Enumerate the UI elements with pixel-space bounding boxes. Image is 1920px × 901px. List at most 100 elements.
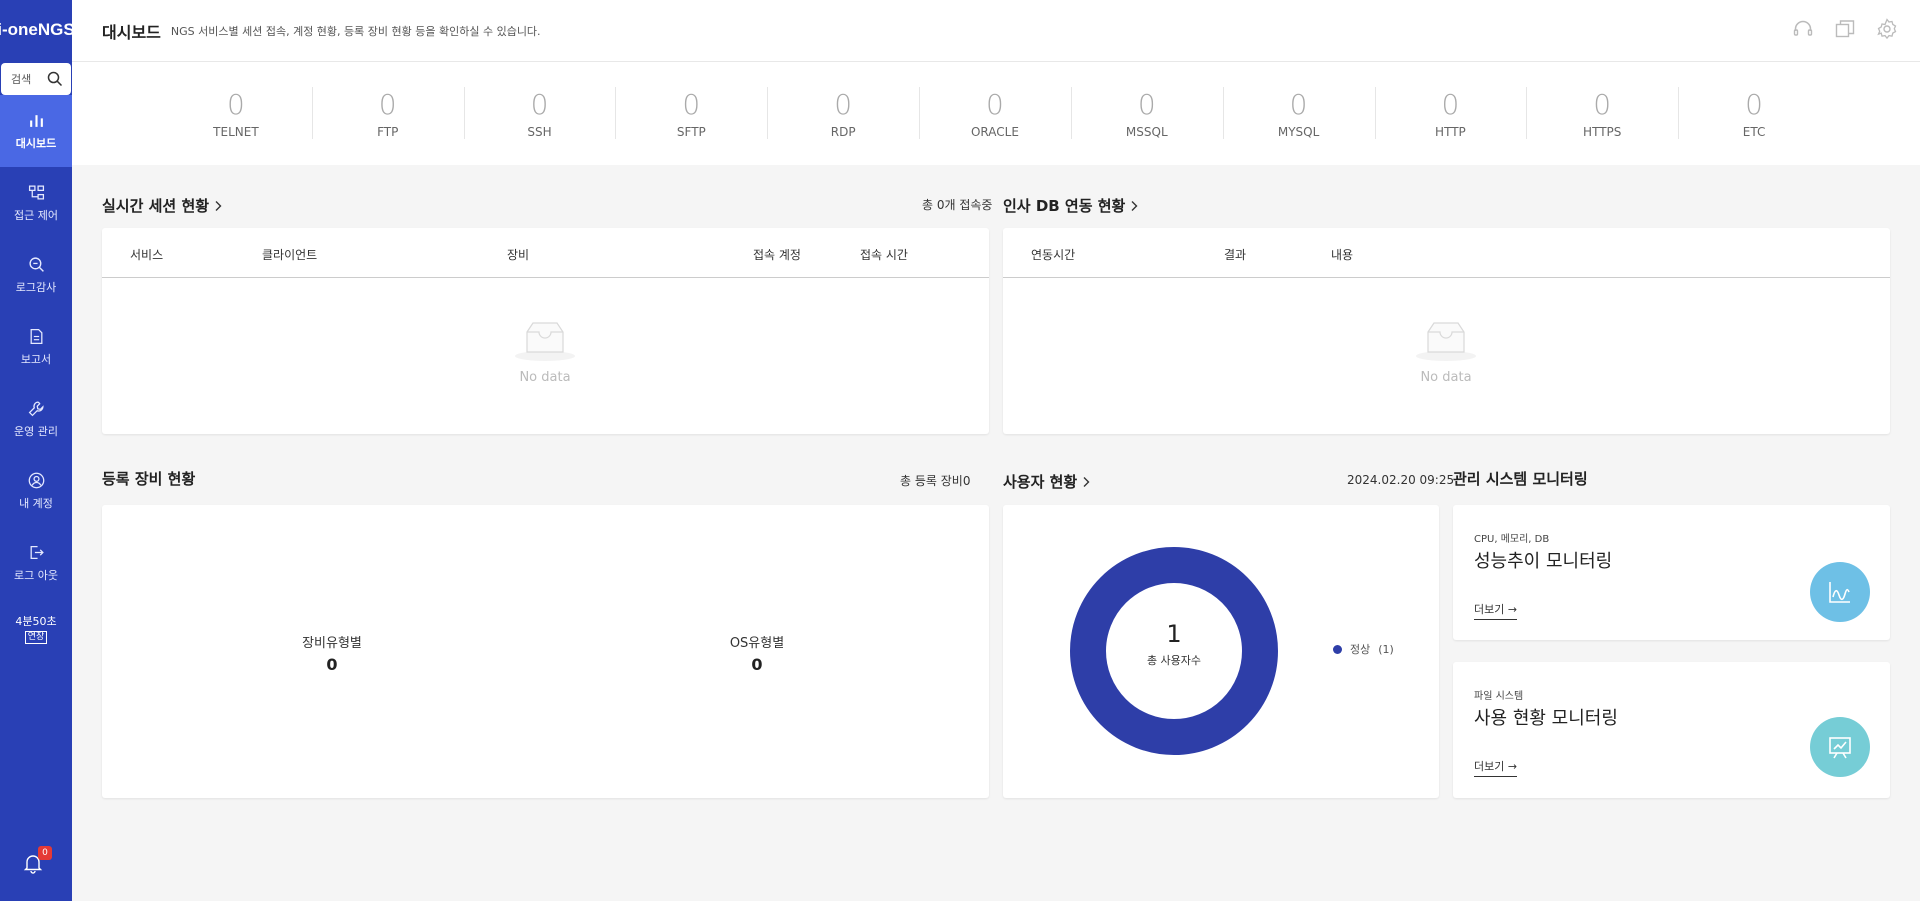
legend-dot (1333, 644, 1342, 654)
filesystem-monitoring-card[interactable]: 파일 시스템 사용 현황 모니터링 더보기 → (1453, 662, 1890, 798)
donut-center: 1 총 사용자수 (1089, 620, 1259, 668)
page-title: 대시보드 (102, 22, 161, 42)
stat-label: MSSQL (1125, 124, 1168, 139)
service-stats: 0 TELNET 0 FTP 0 SSH 0 SFTP 0 RDP 0 ORACLE 0 MS… (72, 62, 1920, 165)
stat-mssql: 0 MSSQL (1070, 62, 1223, 165)
equipment-by-type: 장비유형별 0 (282, 632, 382, 674)
section-title: 사용자 현황 (1003, 473, 1078, 491)
stat-rdp: 0 RDP (767, 62, 919, 165)
page-header: 대시보드 NGS 서비스별 세션 접속, 계정 현황, 등록 장비 현황 등을 … (72, 0, 1920, 62)
empty-state: No data (513, 318, 577, 385)
sidebar-item-label: 보고서 (20, 352, 52, 366)
card-title: 성능추이 모니터링 (1474, 551, 1613, 572)
sidebar-item-log-audit[interactable]: 로그감사 (0, 239, 72, 311)
column-header[interactable]: 접속 계정 (753, 246, 801, 263)
card-subtitle: 파일 시스템 (1474, 691, 1524, 702)
session-timer: 4분50초 연장 (0, 615, 72, 644)
stat-label: MYSQL (1277, 124, 1320, 139)
card-subtitle: CPU, 메모리, DB (1474, 534, 1550, 545)
realtime-sessions-link[interactable]: 실시간 세션 현황 (102, 195, 223, 216)
stat-label: SSH (527, 124, 552, 139)
column-header[interactable]: 결과 (1224, 246, 1246, 263)
equipment-total: 총 등록 장비0 (900, 474, 971, 488)
stat-ftp: 0 FTP (311, 62, 464, 165)
card-title: 사용 현황 모니터링 (1474, 708, 1618, 729)
notification-button[interactable]: 0 (22, 846, 52, 878)
logout-icon (30, 545, 44, 559)
donut-legend[interactable]: 정상 (1) (1333, 641, 1394, 657)
app-logo[interactable]: i-oneNGS (0, 0, 72, 60)
column-header[interactable]: 장비 (507, 246, 529, 263)
empty-inbox-icon (1416, 322, 1476, 361)
extend-session-button[interactable]: 연장 (24, 631, 48, 644)
stat-label: HTTPS (1583, 124, 1622, 139)
column-header[interactable]: 서비스 (130, 246, 163, 263)
column-header[interactable]: 내용 (1331, 246, 1353, 263)
stat-ssh: 0 SSH (463, 62, 616, 165)
sidebar: i-oneNGS 검색 대시보드 접근 제어 로그감사 보고서 운영 관리 내 … (0, 0, 72, 901)
search-label: 검색 (11, 73, 32, 86)
empty-text: No data (1420, 370, 1472, 385)
column-header[interactable]: 클라이언트 (262, 246, 317, 263)
headset-icon (1793, 20, 1813, 36)
equipment-type-label: 장비유형별 (302, 636, 362, 651)
stat-sftp: 0 SFTP (615, 62, 767, 165)
hr-db-link[interactable]: 인사 DB 연동 현황 (1003, 195, 1139, 216)
chevron-right-icon (215, 200, 222, 211)
filesystem-icon-circle (1810, 717, 1870, 777)
stat-value: 0 (986, 87, 1004, 121)
stat-value: 0 (1137, 87, 1156, 121)
stat-oracle: 0 ORACLE (919, 62, 1071, 165)
column-header[interactable]: 접속 시간 (860, 246, 908, 263)
headset-button[interactable] (1792, 18, 1816, 42)
window-icon (1835, 20, 1855, 38)
legend-label: 정상 (1350, 643, 1371, 656)
total-users-value: 1 (1166, 620, 1182, 648)
chevron-right-icon (1131, 200, 1138, 211)
sidebar-item-label: 운영 관리 (14, 424, 58, 438)
empty-text: No data (519, 370, 571, 385)
sidebar-item-access-control[interactable]: 접근 제어 (0, 167, 72, 239)
sidebar-item-logout[interactable]: 로그 아웃 (0, 527, 72, 599)
stat-value: 0 (530, 87, 549, 121)
sidebar-item-label: 로그감사 (15, 280, 57, 294)
stat-label: TELNET (213, 124, 259, 139)
users-timestamp: 2024.02.20 09:25 (1347, 473, 1455, 487)
window-button[interactable] (1834, 18, 1858, 42)
users-link[interactable]: 사용자 현황 (1003, 471, 1091, 492)
os-type-value: 0 (751, 655, 763, 674)
sidebar-item-my-account[interactable]: 내 계정 (0, 455, 72, 527)
hr-db-table: 연동시간 결과 내용 No data (1003, 228, 1890, 434)
search-log-icon (28, 256, 44, 272)
stat-value: 0 (1289, 87, 1308, 121)
bar-chart-icon (29, 114, 43, 127)
stat-label: SFTP (676, 124, 706, 139)
user-icon (28, 472, 44, 488)
stat-value: 0 (226, 87, 245, 121)
stat-label: RDP (830, 124, 856, 139)
equipment-section-title: 등록 장비 현황 (102, 468, 195, 489)
sidebar-item-operations[interactable]: 운영 관리 (0, 383, 72, 455)
presentation-chart-icon (1829, 737, 1851, 759)
gear-icon (1877, 18, 1897, 40)
search-button[interactable]: 검색 (1, 63, 71, 95)
more-link[interactable]: 더보기 → (1474, 758, 1518, 777)
section-title: 등록 장비 현황 (102, 470, 196, 488)
search-icon (47, 71, 63, 87)
settings-button[interactable] (1876, 18, 1900, 42)
stat-mysql: 0 MYSQL (1222, 62, 1375, 165)
performance-monitoring-card[interactable]: CPU, 메모리, DB 성능추이 모니터링 더보기 → (1453, 505, 1890, 640)
performance-icon-circle (1810, 562, 1870, 622)
chevron-right-icon (1083, 476, 1090, 487)
column-header[interactable]: 연동시간 (1031, 246, 1075, 263)
stat-telnet: 0 TELNET (160, 62, 312, 165)
table-header: 연동시간 결과 내용 (1003, 228, 1890, 278)
section-title: 인사 DB 연동 현황 (1003, 197, 1126, 215)
sidebar-item-report[interactable]: 보고서 (0, 311, 72, 383)
equipment-card: 장비유형별 0 OS유형별 0 (102, 505, 989, 798)
stat-value: 0 (834, 87, 853, 121)
more-link[interactable]: 더보기 → (1474, 601, 1518, 620)
section-title: 관리 시스템 모니터링 (1453, 470, 1588, 488)
report-icon (30, 328, 42, 344)
sidebar-item-dashboard[interactable]: 대시보드 (0, 95, 72, 167)
